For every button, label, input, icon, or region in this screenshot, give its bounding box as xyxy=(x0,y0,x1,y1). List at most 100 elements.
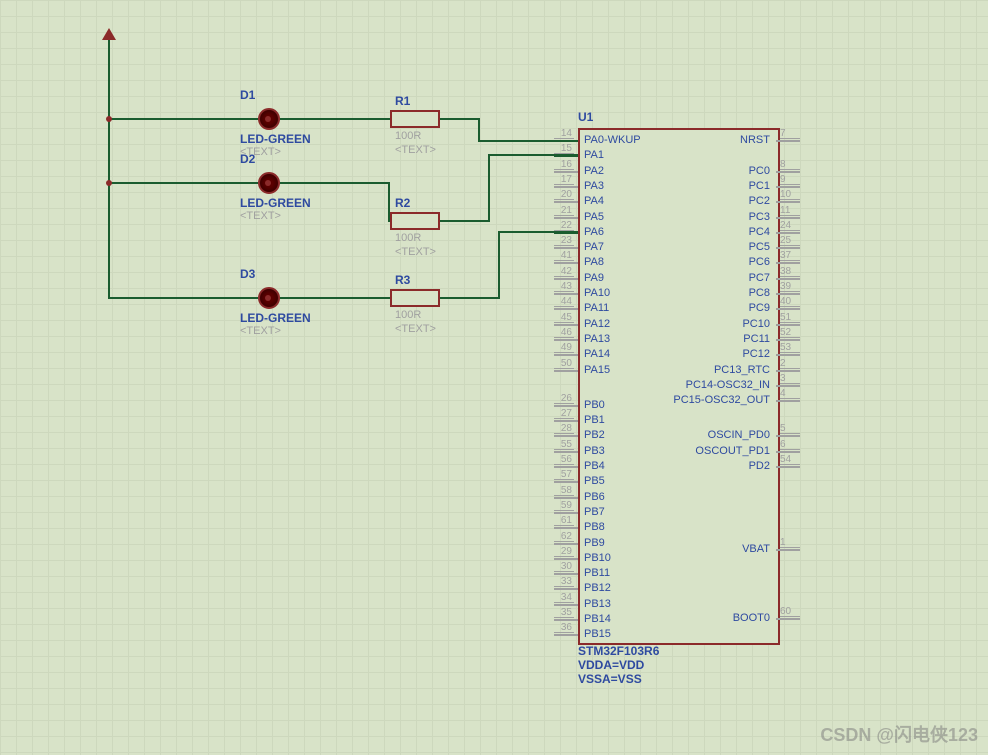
wire xyxy=(108,40,110,298)
pin-bar xyxy=(554,617,574,618)
r3-text: <TEXT> xyxy=(395,323,436,335)
pin-label-PB2: PB2 xyxy=(584,429,605,441)
pin-label-PA4: PA4 xyxy=(584,195,604,207)
pin-label-PB1: PB1 xyxy=(584,414,605,426)
r3-ref: R3 xyxy=(395,273,410,287)
pin-label-PB13: PB13 xyxy=(584,598,611,610)
pin-bar xyxy=(780,398,800,399)
pin-bar xyxy=(554,306,574,307)
pin-lead xyxy=(554,435,578,437)
pin-lead xyxy=(554,558,578,560)
r1-text: <TEXT> xyxy=(395,144,436,156)
wire xyxy=(108,297,258,299)
pin-lead xyxy=(776,466,800,468)
pin-label-PC4: PC4 xyxy=(749,226,770,238)
pin-bar xyxy=(780,368,800,369)
pin-lead xyxy=(776,354,800,356)
pin-lead xyxy=(776,217,800,219)
pin-label-PA2: PA2 xyxy=(584,165,604,177)
pin-lead xyxy=(554,293,578,295)
pin-label-VBAT: VBAT xyxy=(742,543,770,555)
r3-value: 100R xyxy=(395,309,421,321)
pin-lead xyxy=(776,140,800,142)
pin-label-PC3: PC3 xyxy=(749,211,770,223)
pin-lead xyxy=(554,324,578,326)
pin-lead xyxy=(554,339,578,341)
pin-label-PA0-WKUP: PA0-WKUP xyxy=(584,134,641,146)
pin-bar xyxy=(554,322,574,323)
wire xyxy=(478,118,480,141)
pin-bar xyxy=(780,260,800,261)
pin-label-PB7: PB7 xyxy=(584,506,605,518)
pin-bar xyxy=(780,184,800,185)
pin-label-PB15: PB15 xyxy=(584,628,611,640)
pin-bar xyxy=(554,525,574,526)
resistor-r3[interactable] xyxy=(390,289,440,307)
pin-bar xyxy=(554,510,574,511)
pin-label-PB12: PB12 xyxy=(584,582,611,594)
pin-bar xyxy=(780,138,800,139)
wire xyxy=(440,297,500,299)
pin-bar xyxy=(554,495,574,496)
pin-lead xyxy=(776,171,800,173)
pin-bar xyxy=(780,547,800,548)
power-arrow xyxy=(102,28,116,40)
pin-lead xyxy=(776,339,800,341)
pin-bar xyxy=(554,449,574,450)
pin-bar xyxy=(780,337,800,338)
pin-label-PB11: PB11 xyxy=(584,567,610,579)
d2-text: <TEXT> xyxy=(240,210,281,222)
wire xyxy=(488,155,490,221)
pin-label-PB10: PB10 xyxy=(584,552,611,564)
r1-ref: R1 xyxy=(395,94,410,108)
pin-label-PC7: PC7 xyxy=(749,272,770,284)
pin-lead xyxy=(554,405,578,407)
pin-bar xyxy=(554,368,574,369)
pin-label-PC6: PC6 xyxy=(749,256,770,268)
pin-label-OSCOUT_PD1: OSCOUT_PD1 xyxy=(695,445,770,457)
resistor-r2[interactable] xyxy=(390,212,440,230)
schematic-canvas[interactable]: D1 LED-GREEN <TEXT> D2 LED-GREEN <TEXT> … xyxy=(0,0,988,755)
pin-lead xyxy=(776,201,800,203)
pin-lead xyxy=(554,140,578,142)
pin-label-PA15: PA15 xyxy=(584,364,610,376)
pin-label-PA13: PA13 xyxy=(584,333,610,345)
pin-label-PB4: PB4 xyxy=(584,460,605,472)
pin-bar xyxy=(554,184,574,185)
pin-bar xyxy=(554,586,574,587)
pin-lead xyxy=(554,247,578,249)
pin-lead xyxy=(776,232,800,234)
pin-label-PA9: PA9 xyxy=(584,272,604,284)
pin-bar xyxy=(554,337,574,338)
pin-lead xyxy=(554,466,578,468)
pin-lead xyxy=(776,435,800,437)
pin-bar xyxy=(554,403,574,404)
pin-bar xyxy=(554,433,574,434)
pin-lead xyxy=(554,634,578,636)
wire xyxy=(108,118,258,120)
pin-bar xyxy=(780,433,800,434)
d1-value: LED-GREEN xyxy=(240,132,311,146)
pin-bar xyxy=(554,541,574,542)
resistor-r1[interactable] xyxy=(390,110,440,128)
pin-bar xyxy=(780,169,800,170)
pin-bar xyxy=(780,616,800,617)
pin-bar xyxy=(554,153,574,154)
wire xyxy=(280,297,390,299)
d3-text: <TEXT> xyxy=(240,325,281,337)
pin-lead xyxy=(776,186,800,188)
junction xyxy=(106,116,112,122)
pin-label-PC13_RTC: PC13_RTC xyxy=(714,364,770,376)
pin-label-PC10: PC10 xyxy=(742,318,770,330)
pin-bar xyxy=(780,291,800,292)
pin-label-PB8: PB8 xyxy=(584,521,605,533)
pin-bar xyxy=(554,464,574,465)
pin-bar xyxy=(554,260,574,261)
pin-label-PA11: PA11 xyxy=(584,302,609,314)
pin-bar xyxy=(554,479,574,480)
pin-lead xyxy=(554,420,578,422)
d1-ref: D1 xyxy=(240,88,255,102)
pin-bar xyxy=(780,245,800,246)
pin-label-PC12: PC12 xyxy=(742,348,770,360)
pin-lead xyxy=(776,385,800,387)
